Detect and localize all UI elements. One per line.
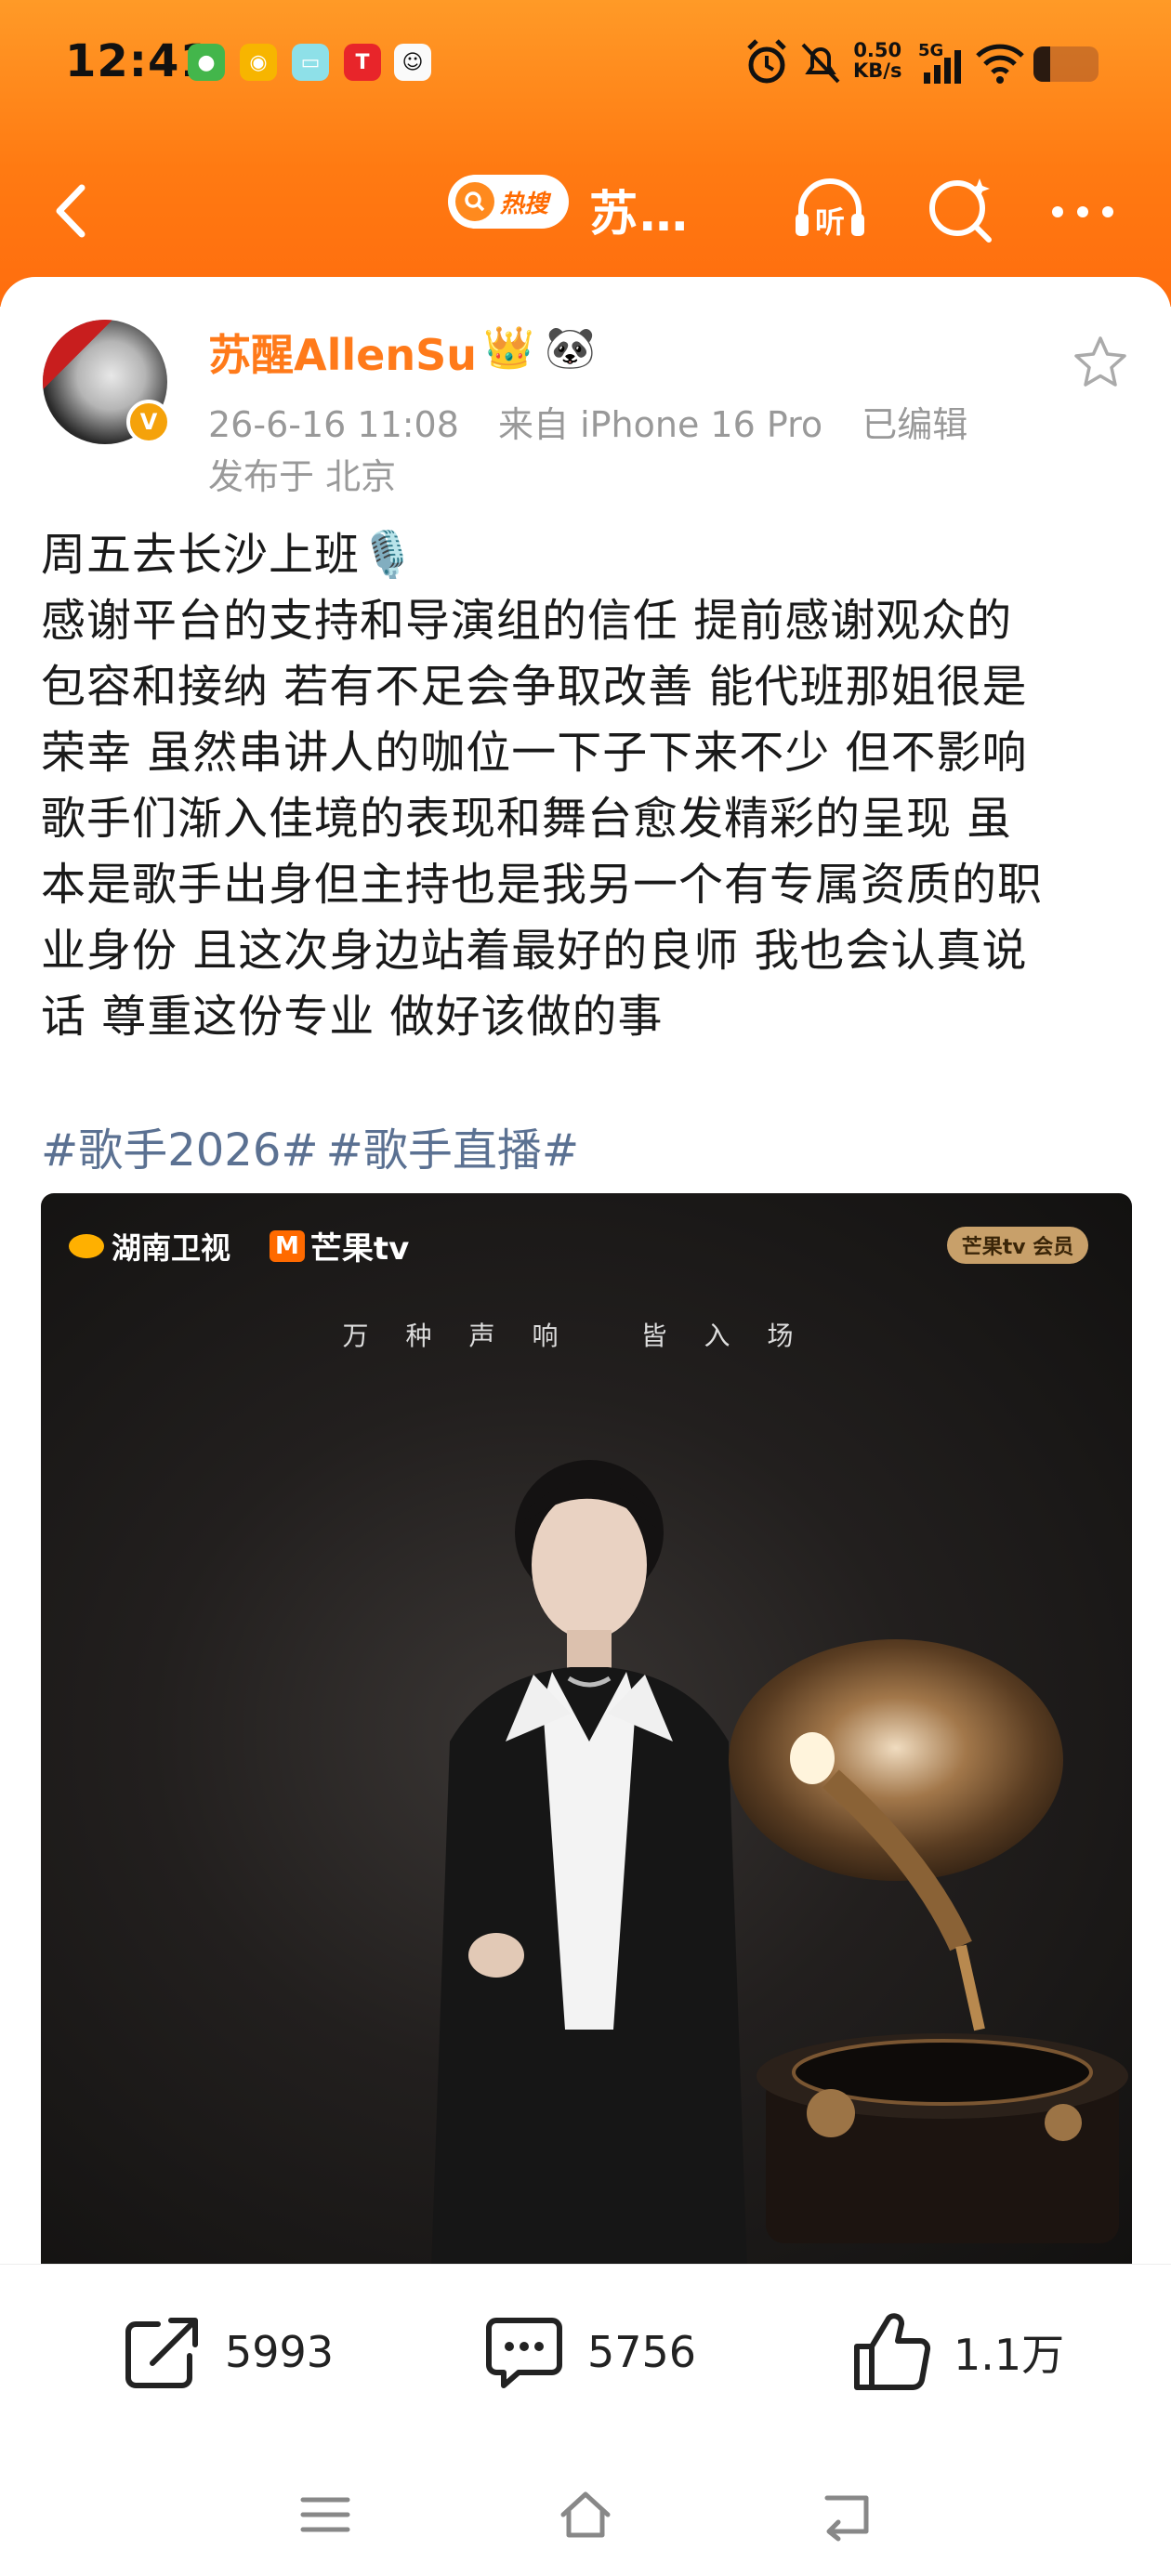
hot-search-label: 热搜	[500, 190, 549, 218]
top-nav: 热搜 苏… 听	[0, 158, 1171, 260]
post-edited[interactable]: 已编辑	[862, 404, 967, 445]
post-line: 包容和接纳 若有不足会争取改善 能代班那姐很是	[41, 661, 1028, 713]
app-icon-3: ▭	[292, 44, 329, 81]
net-speed: 0.50 KB/s	[853, 40, 901, 81]
post-meta: 26-6-16 11:08 来自 iPhone 16 Pro 已编辑	[208, 396, 995, 447]
repost-count: 5993	[225, 2327, 335, 2377]
comment-icon	[486, 2318, 562, 2388]
back-nav-icon[interactable]	[820, 2487, 875, 2543]
action-bar: 5993 5756 1.1万	[0, 2264, 1171, 2451]
mango-tv-logo: M 芒果tv	[270, 1223, 409, 1268]
battery-level	[1033, 46, 1050, 82]
verified-badge: V	[126, 400, 171, 444]
post-line: 业身份 且这次身边站着最好的良师 我也会认真说	[41, 925, 1028, 977]
weibo-icon: ◉	[240, 44, 277, 81]
app-icon-1: ●	[188, 44, 225, 81]
listen-label: 听	[815, 204, 845, 240]
like-icon	[854, 2313, 931, 2390]
net-speed-value: 0.50	[853, 39, 902, 61]
hashtag[interactable]: #歌手直播#	[326, 1124, 579, 1176]
comment-count: 5756	[587, 2327, 697, 2377]
post-image[interactable]: 湖南卫视 M 芒果tv 芒果tv 会员 万种声响 皆入场	[41, 1193, 1132, 2266]
search-small-icon	[455, 182, 494, 221]
alarm-icon	[747, 39, 786, 84]
system-nav-bar	[0, 2450, 1171, 2576]
poster-slogan: 万种声响 皆入场	[342, 1321, 831, 1351]
post-card: V 苏醒AllenSu 👑 🐼 26-6-16 11:08 来自 iPhone …	[0, 277, 1171, 2266]
status-bar: 12:41 ● ◉ ▭ T ☺ 0.50 KB/s 5G	[0, 0, 1171, 130]
post-line: 周五去长沙上班🎙️	[41, 529, 416, 581]
net-speed-unit: KB/s	[853, 59, 902, 82]
post-location: 发布于 北京	[208, 456, 397, 497]
back-icon[interactable]	[41, 178, 106, 243]
like-button[interactable]: 1.1万	[848, 2306, 1064, 2399]
tesla-icon: T	[344, 44, 381, 81]
post-date: 26-6-16 11:08	[208, 404, 459, 445]
post-line: 荣幸 虽然串讲人的咖位一下子下来不少 但不影响	[41, 727, 1028, 779]
post-body: 周五去长沙上班🎙️ 感谢平台的支持和导演组的信任 提前感谢观众的 包容和接纳 若…	[41, 522, 1138, 1050]
post-source: 来自 iPhone 16 Pro	[498, 404, 823, 445]
post-line: 感谢平台的支持和导演组的信任 提前感谢观众的	[41, 595, 1013, 647]
like-count: 1.1万	[954, 2330, 1065, 2380]
gramophone-figure	[729, 1639, 1128, 2243]
post-tags: #歌手2026# #歌手直播#	[41, 1113, 586, 1178]
search-icon[interactable]	[920, 167, 1004, 251]
menu-icon[interactable]	[297, 2487, 353, 2543]
vip-badge: 芒果tv 会员	[947, 1227, 1088, 1264]
favorite-star-icon[interactable]	[1071, 333, 1130, 392]
repost-button[interactable]: 5993	[119, 2306, 334, 2399]
nav-title[interactable]: 苏…	[589, 175, 690, 244]
hunan-tv-logo: 湖南卫视	[69, 1225, 230, 1268]
mute-icon	[801, 43, 840, 84]
hashtag[interactable]: #歌手2026#	[41, 1124, 319, 1176]
crown-icon: 👑	[483, 324, 534, 372]
repost-icon	[125, 2318, 198, 2388]
comment-button[interactable]: 5756	[481, 2306, 696, 2399]
qq-icon: ☺	[394, 44, 431, 81]
post-line: 话 尊重这份专业 做好该做的事	[41, 991, 664, 1043]
hot-search-pill[interactable]: 热搜	[448, 175, 569, 229]
home-icon[interactable]	[558, 2487, 613, 2543]
post-line: 本是歌手出身但主持也是我另一个有专属资质的职	[41, 859, 1044, 911]
signal-icon	[924, 50, 961, 84]
more-icon[interactable]	[1041, 167, 1125, 251]
author-name[interactable]: 苏醒AllenSu	[208, 322, 477, 383]
post-line: 歌手们渐入佳境的表现和舞台愈发精彩的呈现 虽	[41, 793, 1013, 845]
headphone-icon[interactable]: 听	[788, 167, 872, 251]
channel-logo-text: 湖南卫视	[112, 1230, 231, 1266]
wifi-icon	[976, 44, 1024, 84]
panda-icon: 🐼	[545, 324, 596, 372]
platform-logo-text: 芒果tv	[309, 1230, 410, 1268]
